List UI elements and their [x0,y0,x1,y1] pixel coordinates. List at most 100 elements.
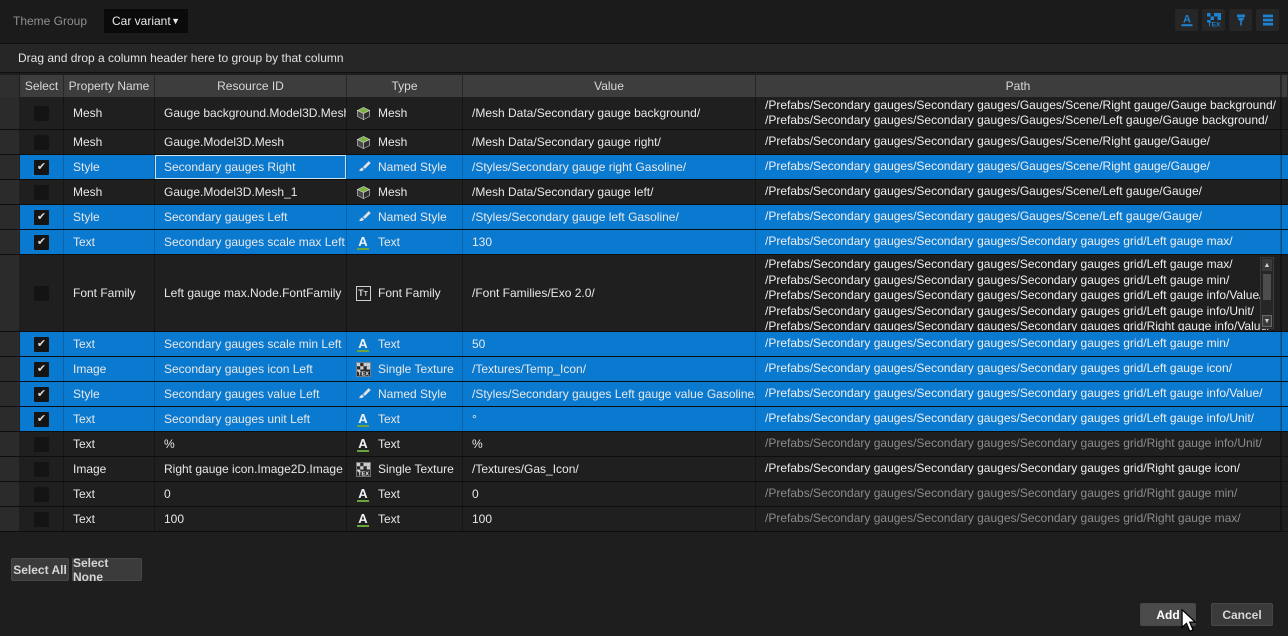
table-row[interactable]: Text100AText100/Prefabs/Secondary gauges… [0,507,1288,532]
path-cell[interactable]: /Prefabs/Secondary gauges/Secondary gaug… [756,180,1281,204]
resource-id-cell[interactable]: Gauge.Model3D.Mesh_1 [155,180,347,204]
path-cell[interactable]: /Prefabs/Secondary gauges/Secondary gaug… [756,130,1281,154]
path-cell[interactable]: /Prefabs/Secondary gauges/Secondary gaug… [756,482,1281,506]
font-icon[interactable]: A [1175,9,1198,31]
property-name-cell[interactable]: Text [64,482,155,506]
resource-id-cell[interactable]: Secondary gauges unit Left [155,407,347,431]
column-header-value[interactable]: Value [463,75,756,97]
row-checkbox-checked[interactable]: ✔ [34,235,49,250]
path-cell[interactable]: /Prefabs/Secondary gauges/Secondary gaug… [756,382,1281,406]
value-cell[interactable]: /Styles/Secondary gauges Left gauge valu… [463,382,756,406]
type-cell[interactable]: TTFont Family [347,255,463,331]
pin-icon[interactable] [1229,9,1252,31]
value-cell[interactable]: /Textures/Gas_Icon/ [463,457,756,481]
list-icon[interactable] [1256,9,1279,31]
scroll-thumb[interactable] [1263,274,1271,300]
value-cell[interactable]: /Mesh Data/Secondary gauge background/ [463,97,756,129]
property-name-cell[interactable]: Mesh [64,97,155,129]
value-cell[interactable]: 0 [463,482,756,506]
row-checkbox-checked[interactable]: ✔ [34,337,49,352]
value-cell[interactable]: /Mesh Data/Secondary gauge left/ [463,180,756,204]
value-cell[interactable]: % [463,432,756,456]
type-cell[interactable]: AText [347,407,463,431]
row-checkbox[interactable] [34,135,49,150]
scroll-down-icon[interactable]: ▼ [1262,315,1272,327]
path-cell[interactable]: /Prefabs/Secondary gauges/Secondary gaug… [756,407,1281,431]
resource-id-cell[interactable]: 100 [155,507,347,531]
resource-id-cell[interactable]: Gauge background.Model3D.Mesh [155,97,347,129]
type-cell[interactable]: AText [347,332,463,356]
type-cell[interactable]: AText [347,432,463,456]
value-cell[interactable]: 100 [463,507,756,531]
column-header-select[interactable]: Select [20,75,64,97]
type-cell[interactable]: Mesh [347,130,463,154]
value-cell[interactable]: /Font Families/Exo 2.0/ [463,255,756,331]
column-header-type[interactable]: Type [347,75,463,97]
type-cell[interactable]: AText [347,482,463,506]
type-cell[interactable]: AText [347,507,463,531]
resource-id-cell[interactable]: Secondary gauges Right [155,155,347,179]
property-name-cell[interactable]: Image [64,357,155,381]
row-checkbox[interactable] [34,185,49,200]
select-none-button[interactable]: Select None [72,558,142,581]
resource-id-cell[interactable]: Secondary gauges value Left [155,382,347,406]
type-cell[interactable]: Named Style [347,155,463,179]
table-row[interactable]: MeshGauge.Model3D.Mesh Mesh/Mesh Data/Se… [0,130,1288,155]
resource-id-cell[interactable]: Left gauge max.Node.FontFamily [155,255,347,331]
column-header-property[interactable]: Property Name [64,75,155,97]
resource-id-cell[interactable]: Gauge.Model3D.Mesh [155,130,347,154]
resource-id-cell[interactable]: Secondary gauges scale min Left [155,332,347,356]
row-checkbox-checked[interactable]: ✔ [34,160,49,175]
texture-icon[interactable]: TEX [1202,9,1225,31]
type-cell[interactable]: TEXSingle Texture [347,457,463,481]
type-cell[interactable]: TEXSingle Texture [347,357,463,381]
type-cell[interactable]: Mesh [347,97,463,129]
row-checkbox[interactable] [34,286,49,301]
path-cell[interactable]: /Prefabs/Secondary gauges/Secondary gaug… [756,97,1281,129]
path-cell[interactable]: /Prefabs/Secondary gauges/Secondary gaug… [756,432,1281,456]
table-row[interactable]: ✔StyleSecondary gauges value Left Named … [0,382,1288,407]
cancel-button[interactable]: Cancel [1211,603,1273,626]
select-all-button[interactable]: Select All [11,558,69,581]
property-name-cell[interactable]: Mesh [64,130,155,154]
property-name-cell[interactable]: Text [64,432,155,456]
path-scrollbar[interactable]: ▲ ▼ [1260,257,1274,329]
value-cell[interactable]: ° [463,407,756,431]
path-cell[interactable]: /Prefabs/Secondary gauges/Secondary gaug… [756,255,1281,331]
theme-group-dropdown[interactable]: Car variant ▼ [104,9,188,33]
property-name-cell[interactable]: Style [64,382,155,406]
type-cell[interactable]: Named Style [347,205,463,229]
property-name-cell[interactable]: Image [64,457,155,481]
resource-id-cell[interactable]: Secondary gauges scale max Left [155,230,347,254]
value-cell[interactable]: /Styles/Secondary gauge left Gasoline/ [463,205,756,229]
type-cell[interactable]: Named Style [347,382,463,406]
path-cell[interactable]: /Prefabs/Secondary gauges/Secondary gaug… [756,332,1281,356]
table-row[interactable]: Text%AText%/Prefabs/Secondary gauges/Sec… [0,432,1288,457]
value-cell[interactable]: /Mesh Data/Secondary gauge right/ [463,130,756,154]
property-name-cell[interactable]: Style [64,155,155,179]
row-checkbox-checked[interactable]: ✔ [34,210,49,225]
row-checkbox-checked[interactable]: ✔ [34,412,49,427]
path-cell[interactable]: /Prefabs/Secondary gauges/Secondary gaug… [756,205,1281,229]
path-cell[interactable]: /Prefabs/Secondary gauges/Secondary gaug… [756,230,1281,254]
resource-id-cell[interactable]: 0 [155,482,347,506]
property-name-cell[interactable]: Mesh [64,180,155,204]
table-row[interactable]: ✔ TextSecondary gauges scale max LeftATex… [0,230,1288,255]
value-cell[interactable]: /Textures/Temp_Icon/ [463,357,756,381]
table-row[interactable]: ImageRight gauge icon.Image2D.Image TEXS… [0,457,1288,482]
row-checkbox[interactable] [34,512,49,527]
path-cell[interactable]: /Prefabs/Secondary gauges/Secondary gaug… [756,155,1281,179]
resource-id-cell[interactable]: Secondary gauges Left [155,205,347,229]
resource-id-cell[interactable]: Right gauge icon.Image2D.Image [155,457,347,481]
row-checkbox[interactable] [34,437,49,452]
group-by-bar[interactable]: Drag and drop a column header here to gr… [0,43,1288,73]
property-name-cell[interactable]: Text [64,332,155,356]
column-header-path[interactable]: Path [756,75,1281,97]
table-row[interactable]: ✔ImageSecondary gauges icon Left TEXSing… [0,357,1288,382]
table-row[interactable]: Font FamilyLeft gauge max.Node.FontFamil… [0,255,1288,332]
type-cell[interactable]: AText [347,230,463,254]
property-name-cell[interactable]: Text [64,230,155,254]
row-checkbox[interactable] [34,106,49,121]
property-name-cell[interactable]: Text [64,507,155,531]
value-cell[interactable]: 130 [463,230,756,254]
